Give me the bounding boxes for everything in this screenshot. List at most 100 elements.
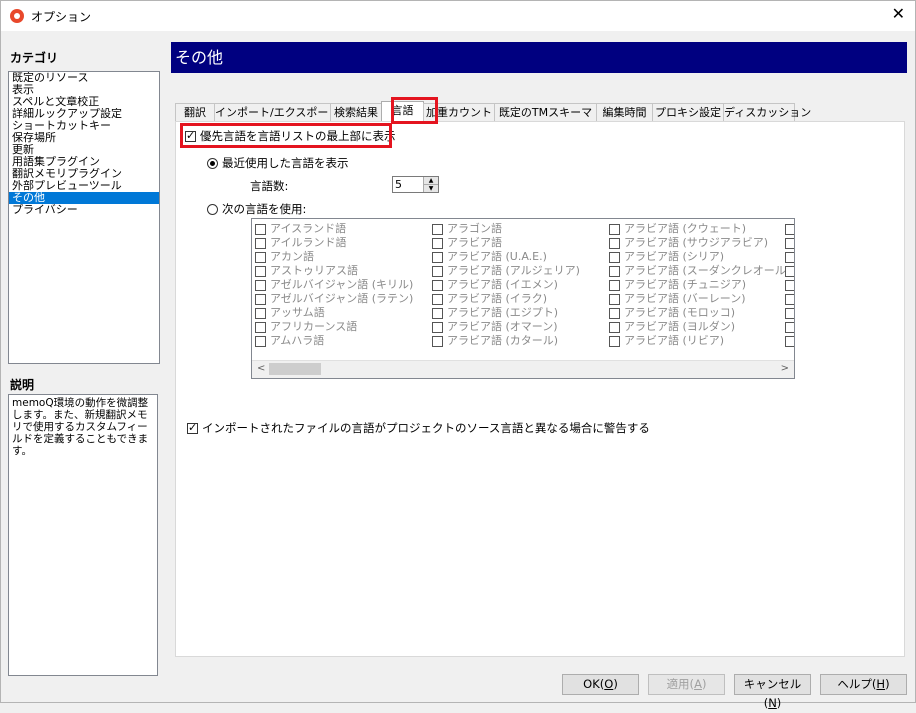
- category-item[interactable]: 翻訳メモリプラグイン: [9, 168, 159, 180]
- count-value[interactable]: 5: [395, 178, 402, 191]
- help-button[interactable]: ヘルプ(H): [820, 674, 907, 695]
- language-checkbox[interactable]: [609, 307, 620, 319]
- language-item[interactable]: アラビア語 (ヨルダン): [609, 320, 790, 334]
- language-item[interactable]: アイルランド語: [255, 236, 413, 250]
- cancel-button[interactable]: キャンセル(N): [734, 674, 811, 710]
- language-checkbox[interactable]: [255, 265, 266, 277]
- language-checkbox[interactable]: [432, 223, 443, 235]
- tab[interactable]: 編集時間: [596, 103, 653, 121]
- language-item[interactable]: アラビア語 (チュニジア): [609, 278, 790, 292]
- spin-up-icon[interactable]: ▲: [424, 177, 438, 185]
- language-checkbox[interactable]: [609, 293, 620, 305]
- category-item[interactable]: その他: [9, 192, 159, 204]
- scroll-left-icon[interactable]: <: [257, 363, 265, 374]
- tab[interactable]: 検索結果: [330, 103, 382, 121]
- language-checkbox[interactable]: [609, 335, 620, 347]
- use-following-option[interactable]: 次の言語を使用:: [207, 201, 306, 217]
- language-checkbox[interactable]: [609, 251, 620, 263]
- language-checkbox[interactable]: [785, 335, 794, 347]
- scroll-thumb[interactable]: [269, 363, 321, 375]
- category-item[interactable]: 既定のリソース: [9, 72, 159, 84]
- language-checkbox[interactable]: [432, 293, 443, 305]
- language-checkbox[interactable]: [785, 293, 794, 305]
- language-item[interactable]: アラビア語 (モロッコ): [609, 306, 790, 320]
- category-item[interactable]: ショートカットキー: [9, 120, 159, 132]
- language-item[interactable]: アラビア語 (リビア): [609, 334, 790, 348]
- language-checkbox[interactable]: [255, 251, 266, 263]
- tab[interactable]: インポート/エクスポート: [214, 103, 339, 121]
- language-checkbox[interactable]: [255, 279, 266, 291]
- language-checkbox[interactable]: [432, 237, 443, 249]
- language-checkbox[interactable]: [785, 237, 794, 249]
- language-item[interactable]: アゼルバイジャン語 (ラテン): [255, 292, 413, 306]
- language-checkbox[interactable]: [785, 223, 794, 235]
- language-checkbox[interactable]: [785, 321, 794, 333]
- language-item[interactable]: アラゴン語: [432, 222, 580, 236]
- language-checkbox[interactable]: [255, 321, 266, 333]
- language-checkbox[interactable]: [609, 265, 620, 277]
- count-spinner[interactable]: 5 ▲ ▼: [392, 176, 439, 193]
- warn-import-option[interactable]: インポートされたファイルの言語がプロジェクトのソース言語と異なる場合に警告する: [187, 420, 650, 436]
- language-item[interactable]: アカン語: [255, 250, 413, 264]
- language-item[interactable]: アラビア語 (クウェート): [609, 222, 790, 236]
- tab[interactable]: 既定のTMスキーマ: [494, 103, 597, 121]
- category-item[interactable]: 外部プレビューツール: [9, 180, 159, 192]
- language-item[interactable]: アゼルバイジャン語 (キリル): [255, 278, 413, 292]
- language-item[interactable]: アラビア語: [432, 236, 580, 250]
- language-item[interactable]: アラビア語 (エジプト): [432, 306, 580, 320]
- category-item[interactable]: 更新: [9, 144, 159, 156]
- language-item[interactable]: アラビア語 (バーレーン): [609, 292, 790, 306]
- language-checkbox[interactable]: [432, 321, 443, 333]
- language-item[interactable]: アフリカーンス語: [255, 320, 413, 334]
- scroll-right-icon[interactable]: >: [781, 363, 789, 374]
- language-checkbox[interactable]: [255, 237, 266, 249]
- category-list[interactable]: 既定のリソース 表示 スペルと文章校正 詳細ルックアップ設定 ショートカットキー 保存場所…: [8, 71, 160, 364]
- language-checkbox[interactable]: [432, 265, 443, 277]
- language-item[interactable]: アラビア語 (オマーン): [432, 320, 580, 334]
- category-item[interactable]: 用語集プラグイン: [9, 156, 159, 168]
- language-checkbox[interactable]: [255, 307, 266, 319]
- language-checkbox[interactable]: [432, 279, 443, 291]
- tab[interactable]: ディスカッション: [723, 103, 811, 121]
- tab[interactable]: 翻訳: [175, 103, 215, 121]
- warn-import-checkbox[interactable]: [187, 421, 198, 434]
- language-item[interactable]: アラビア語 (U.A.E.): [432, 250, 580, 264]
- language-item[interactable]: アラビア語 (イエメン): [432, 278, 580, 292]
- recent-option[interactable]: 最近使用した言語を表示: [207, 155, 349, 171]
- language-checkbox[interactable]: [432, 335, 443, 347]
- language-item[interactable]: アラビア語 (イラク): [432, 292, 580, 306]
- language-checkbox[interactable]: [609, 237, 620, 249]
- category-item[interactable]: 保存場所: [9, 132, 159, 144]
- language-checkbox[interactable]: [255, 293, 266, 305]
- language-checkbox[interactable]: [785, 251, 794, 263]
- language-checkbox[interactable]: [609, 223, 620, 235]
- use-following-radio[interactable]: [207, 204, 218, 215]
- language-checkbox[interactable]: [609, 321, 620, 333]
- language-checkbox[interactable]: [432, 251, 443, 263]
- category-item[interactable]: 詳細ルックアップ設定: [9, 108, 159, 120]
- recent-radio[interactable]: [207, 158, 218, 169]
- language-item[interactable]: アラビア語 (シリア): [609, 250, 790, 264]
- language-item[interactable]: アッサム語: [255, 306, 413, 320]
- horizontal-scrollbar[interactable]: < >: [252, 360, 794, 378]
- language-checkbox[interactable]: [432, 307, 443, 319]
- language-item[interactable]: アラビア語 (サウジアラビア): [609, 236, 790, 250]
- spin-down-icon[interactable]: ▼: [424, 185, 438, 192]
- language-item[interactable]: アストゥリアス語: [255, 264, 413, 278]
- language-list[interactable]: アイスランド語 アイルランド語 アカン語 アストゥリアス語 アゼルバイジャン語 (キリル…: [251, 218, 795, 379]
- ok-button[interactable]: OK(O): [562, 674, 639, 695]
- language-item[interactable]: アラビア語 (アルジェリア): [432, 264, 580, 278]
- language-item[interactable]: アイスランド語: [255, 222, 413, 236]
- category-item[interactable]: 表示: [9, 84, 159, 96]
- category-item[interactable]: プライバシー: [9, 204, 159, 216]
- language-item[interactable]: アラビア語 (スーダンクレオール): [609, 264, 790, 278]
- close-icon[interactable]: ✕: [892, 5, 905, 23]
- apply-button[interactable]: 適用(A): [648, 674, 725, 695]
- language-item[interactable]: アムハラ語: [255, 334, 413, 348]
- language-checkbox[interactable]: [785, 279, 794, 291]
- tab[interactable]: プロキシ設定: [652, 103, 724, 121]
- language-checkbox[interactable]: [255, 223, 266, 235]
- language-checkbox[interactable]: [255, 335, 266, 347]
- language-checkbox[interactable]: [785, 307, 794, 319]
- category-item[interactable]: スペルと文章校正: [9, 96, 159, 108]
